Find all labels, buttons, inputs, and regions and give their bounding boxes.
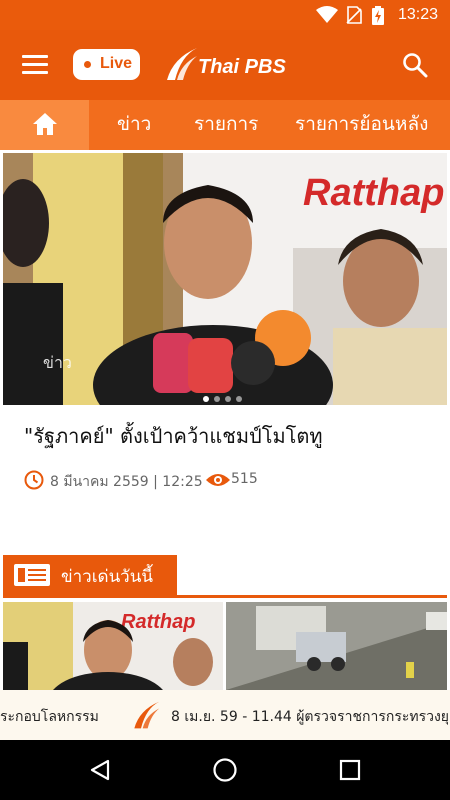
- featured-news-image[interactable]: Ratthap ข่าว: [3, 153, 447, 405]
- thai-pbs-logo-icon: [167, 48, 197, 80]
- featured-photo: Ratthap ข่าว: [3, 153, 447, 405]
- home-icon: [33, 113, 57, 135]
- carousel-dots[interactable]: [203, 387, 247, 406]
- tab-news[interactable]: ข่าว: [117, 100, 151, 150]
- system-nav-bar: [0, 740, 450, 800]
- view-count: 515: [231, 471, 258, 487]
- carousel-dot[interactable]: [214, 396, 220, 402]
- carousel-dot[interactable]: [236, 396, 242, 402]
- app-bar: Live Thai PBS: [0, 30, 450, 100]
- live-dot-icon: [84, 61, 91, 68]
- svg-text:ข่าว: ข่าว: [43, 353, 72, 372]
- news-ticker[interactable]: ระกอบโลหกรรม 8 เม.ย. 59 - 11.44 ผู้ตรวจร…: [0, 690, 450, 740]
- tab-programs[interactable]: รายการ: [194, 100, 258, 150]
- svg-text:Ratthap: Ratthap: [303, 172, 444, 214]
- search-icon[interactable]: [402, 52, 428, 78]
- recents-icon[interactable]: [339, 759, 361, 781]
- category-tabs: ข่าว รายการ รายการย้อนหลัง: [0, 100, 450, 150]
- status-time: 13:23: [397, 6, 438, 23]
- battery-icon: [372, 6, 384, 25]
- news-thumbnail[interactable]: [226, 602, 447, 690]
- views-eye-icon: [206, 474, 230, 486]
- brand-name: Thai PBS: [198, 56, 286, 78]
- carousel-dot[interactable]: [203, 396, 209, 402]
- newspaper-icon: [14, 564, 50, 586]
- ticker-text: 8 เม.ย. 59 - 11.44 ผู้ตรวจราชการกระทรวงย…: [171, 709, 450, 725]
- live-label: Live: [100, 55, 133, 72]
- news-thumbnail[interactable]: Ratthap: [3, 602, 223, 690]
- featured-headline[interactable]: "รัฐภาคย์" ตั้งเป้าคว้าแชมป์โมโตทู: [24, 420, 323, 452]
- status-bar: 13:23: [0, 0, 450, 30]
- wifi-icon: [316, 6, 338, 23]
- publish-date: 8 มีนาคม 2559 | 12:25: [50, 474, 203, 490]
- thai-pbs-logo-icon: [134, 701, 160, 729]
- ticker-text-previous: ระกอบโลหกรรม: [0, 709, 99, 725]
- clock-icon: [24, 470, 44, 490]
- home-nav-icon[interactable]: [212, 757, 238, 783]
- section-header: ข่าวเด่นวันนี้: [3, 555, 177, 595]
- section-title: ข่าวเด่นวันนี้: [61, 567, 153, 587]
- menu-icon[interactable]: [22, 55, 48, 75]
- section-divider: [3, 595, 447, 598]
- tab-catch-up[interactable]: รายการย้อนหลัง: [295, 100, 428, 150]
- tab-home[interactable]: [0, 100, 89, 150]
- svg-text:Ratthap: Ratthap: [121, 611, 195, 633]
- no-sim-icon: [346, 6, 362, 24]
- carousel-dot[interactable]: [225, 396, 231, 402]
- back-icon[interactable]: [88, 758, 112, 782]
- live-button[interactable]: Live: [73, 49, 140, 80]
